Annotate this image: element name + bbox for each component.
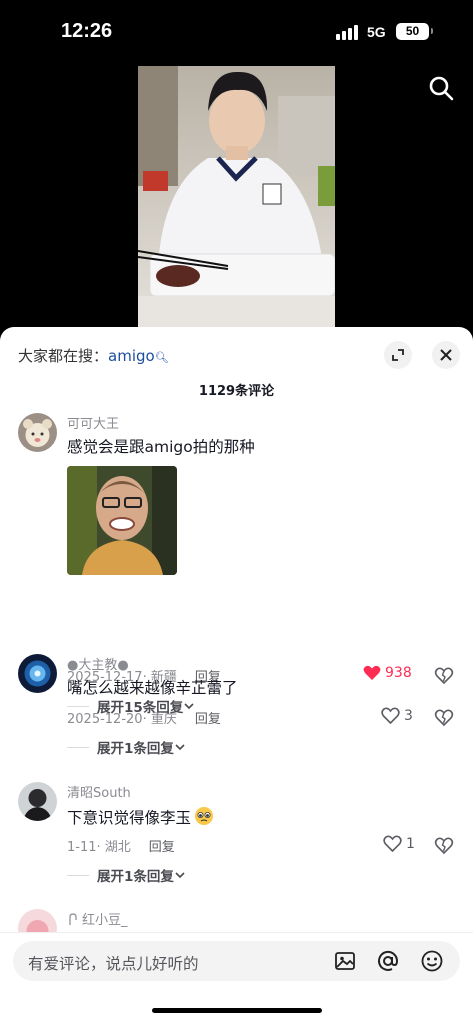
divider [67, 746, 89, 748]
like-button[interactable]: 1 [383, 835, 415, 852]
video-frame [138, 66, 335, 332]
chevron-down-icon [175, 872, 185, 879]
comments-sheet: 大家都在搜：amigo🔍︎ 1129条评论 可可大王 感觉会是跟amigo拍的那… [0, 327, 473, 1024]
comment-text[interactable]: 嘴怎么越来越像辛芷蕾了 [67, 678, 455, 698]
search-prefix: 大家都在搜： [18, 347, 109, 365]
status-bar: 12:26 5G 50 [0, 0, 473, 62]
comment-username-text: 红小豆_ [82, 913, 128, 928]
chevron-down-icon [175, 744, 185, 751]
search-small-icon: 🔍︎ [154, 351, 169, 364]
comment-location: · 湖北 [96, 840, 131, 855]
expand-button[interactable] [384, 341, 412, 369]
image-icon[interactable] [333, 949, 357, 973]
search-icon[interactable] [427, 74, 455, 102]
comment-username[interactable]: ●大主教● [67, 654, 455, 673]
expand-replies[interactable]: 展开1条回复 [67, 737, 186, 757]
comment-date: 1-11 [67, 840, 97, 855]
expand-replies-label: 展开1条回复 [97, 741, 174, 757]
emoji-icon[interactable] [420, 949, 444, 973]
comment-meta: 2025-12-20· 重庆 回复 [67, 708, 221, 727]
comment-image[interactable] [67, 466, 177, 575]
dislike-icon[interactable] [434, 707, 454, 727]
sheet-header: 大家都在搜：amigo🔍︎ [0, 341, 473, 369]
avatar[interactable] [18, 782, 57, 821]
at-icon[interactable] [376, 949, 400, 973]
avatar[interactable] [18, 654, 57, 693]
comment-count: 1129条评论 [198, 384, 275, 399]
reply-button[interactable]: 回复 [195, 712, 221, 727]
expand-replies-label: 展开1条回复 [97, 869, 174, 885]
search-keyword[interactable]: amigo [108, 347, 155, 365]
comment-date: 2025-12-20 [67, 712, 143, 727]
video-preview[interactable] [138, 66, 335, 332]
avatar[interactable] [18, 413, 57, 452]
comment-text[interactable]: 下意识觉得像李玉 [67, 806, 455, 828]
comment-text-content: 下意识觉得像李玉 [67, 809, 192, 827]
comment-username[interactable]: 红小豆_ [67, 909, 455, 928]
home-indicator[interactable] [152, 1008, 322, 1013]
divider [67, 705, 89, 707]
comment-input-placeholder: 有爱评论，说点儿好听的 [28, 955, 199, 973]
search-suggestion[interactable]: 大家都在搜：amigo🔍︎ [18, 345, 169, 366]
comment-username[interactable]: 清昭South [67, 782, 455, 801]
expand-replies[interactable]: 展开1条回复 [67, 865, 186, 885]
comment-location: · 重庆 [142, 712, 177, 727]
close-button[interactable] [432, 341, 460, 369]
close-icon [440, 349, 452, 361]
reply-button[interactable]: 回复 [149, 840, 175, 855]
comment-meta: 1-11· 湖北 回复 [67, 836, 175, 855]
status-time: 12:26 [61, 20, 113, 42]
expand-icon [392, 349, 404, 361]
comment-input[interactable]: 有爱评论，说点儿好听的 [13, 941, 460, 981]
like-button[interactable]: 3 [381, 707, 413, 724]
heart-icon [381, 707, 400, 724]
network-type: 5G [367, 24, 386, 40]
comment-text[interactable]: 感觉会是跟amigo拍的那种 [67, 437, 455, 457]
comment-username[interactable]: 可可大王 [67, 413, 455, 432]
pleading-emoji-icon [195, 807, 214, 825]
battery-icon: 50 [396, 23, 433, 40]
like-count: 1 [406, 835, 415, 852]
like-count: 3 [404, 707, 413, 724]
signal-icon [336, 24, 360, 40]
dislike-icon[interactable] [434, 835, 454, 855]
divider [67, 874, 89, 876]
heart-icon [383, 835, 402, 852]
user-badge-icon [69, 913, 77, 925]
